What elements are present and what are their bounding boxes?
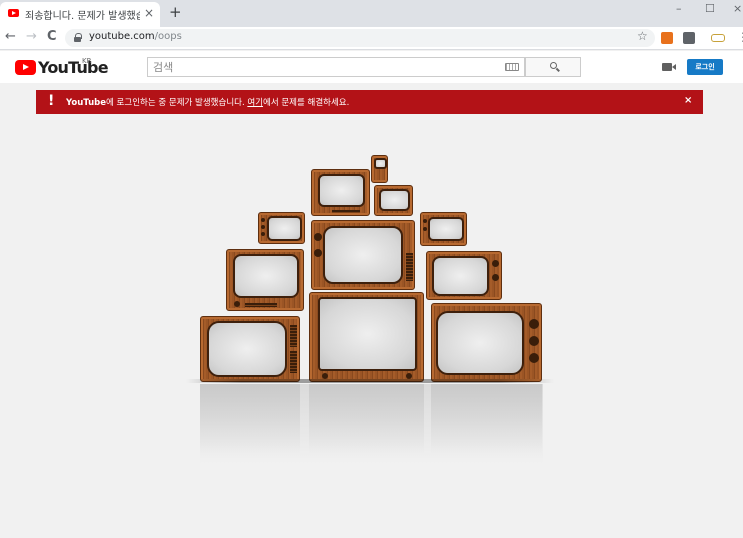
back-button[interactable]: ← (5, 29, 16, 44)
browser-tab[interactable]: 죄송합니다. 문제가 발생했습니다 × (0, 2, 160, 27)
broken-tv-illustration (180, 150, 560, 470)
tv-icon (309, 292, 424, 382)
alert-text-after: 에서 문제를 해결하세요. (263, 98, 350, 108)
maximize-button[interactable]: ☐ (705, 2, 715, 15)
video-camera-icon[interactable] (662, 63, 676, 71)
browser-toolbar: ← → C youtube.com/oops ☆ ⋮ (0, 27, 743, 50)
alert-text-before: 에 로그인하는 중 문제가 발생했습니다. (106, 98, 248, 108)
logo-region-code: KR (82, 57, 92, 65)
extension-icon[interactable] (711, 34, 725, 42)
youtube-masthead: YouTube KR 로그인 (0, 51, 743, 83)
search-input[interactable] (147, 57, 525, 77)
browser-tab-strip: 죄송합니다. 문제가 발생했습니다 × + – ☐ × (0, 0, 743, 27)
tv-icon (426, 251, 502, 300)
url-host: youtube.com (89, 31, 155, 42)
alert-message: YouTube에 로그인하는 중 문제가 발생했습니다. 여기에서 문제를 해결… (66, 96, 349, 108)
tv-icon (258, 212, 305, 244)
tv-icon (311, 220, 415, 290)
url-path: /oops (154, 31, 182, 42)
floor-shadow (186, 379, 554, 383)
reload-button[interactable]: C (47, 29, 57, 44)
url-text[interactable]: youtube.com/oops (89, 31, 182, 42)
youtube-logo-text[interactable]: YouTube (38, 58, 109, 77)
extension-icon[interactable] (683, 32, 695, 44)
tv-icon (200, 316, 300, 382)
tv-icon (374, 185, 413, 216)
tv-icon (226, 249, 304, 311)
browser-menu-icon[interactable]: ⋮ (737, 30, 743, 44)
tv-icon (420, 212, 467, 246)
extension-icon[interactable] (661, 32, 673, 44)
alert-close-icon[interactable]: × (684, 95, 692, 106)
lock-icon[interactable] (74, 33, 82, 42)
forward-button[interactable]: → (26, 29, 37, 44)
minimize-button[interactable]: – (676, 2, 682, 15)
youtube-favicon-icon (8, 9, 19, 17)
alert-brand: YouTube (66, 98, 107, 108)
exclamation-icon: ! (48, 93, 55, 109)
star-icon[interactable]: ☆ (637, 29, 648, 43)
error-alert-banner: ! YouTube에 로그인하는 중 문제가 발생했습니다. 여기에서 문제를 … (36, 90, 703, 114)
search-button[interactable] (525, 57, 581, 77)
new-tab-button[interactable]: + (169, 3, 182, 21)
tv-icon (311, 169, 370, 216)
tab-close-icon[interactable]: × (144, 6, 154, 20)
tab-title: 죄송합니다. 문제가 발생했습니다 (25, 11, 140, 22)
youtube-logo-icon[interactable] (15, 60, 36, 75)
tv-icon (371, 155, 388, 183)
tv-reflection (200, 384, 543, 464)
signin-button[interactable]: 로그인 (687, 59, 723, 75)
alert-help-link[interactable]: 여기 (247, 98, 263, 108)
keyboard-icon[interactable] (505, 63, 519, 71)
close-window-button[interactable]: × (733, 2, 742, 15)
tv-icon (431, 303, 542, 382)
search-icon (550, 62, 557, 69)
address-bar[interactable]: youtube.com/oops ☆ (65, 29, 655, 47)
